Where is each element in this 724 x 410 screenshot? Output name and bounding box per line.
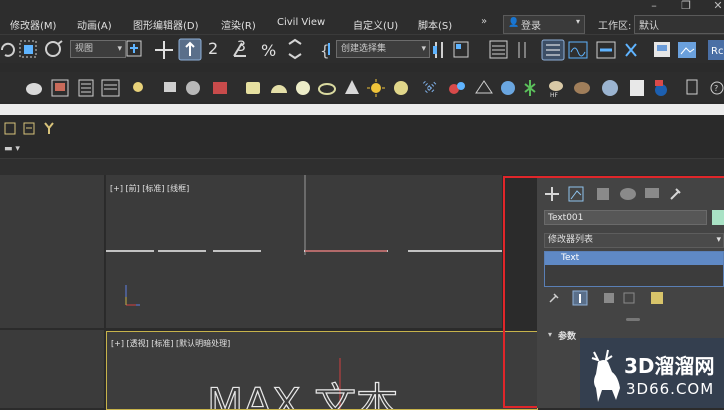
collapse-arrow-icon[interactable]: ▾: [548, 330, 552, 339]
selection-set-value: 创建选择集: [341, 44, 387, 54]
svg-text:HF: HF: [550, 92, 559, 99]
stack-tools: [549, 290, 663, 306]
chevron-down-icon: ▾: [117, 44, 122, 54]
configure-modifier-icon: [651, 292, 663, 304]
ribbon-toggle-icon[interactable]: ▬ ▾: [4, 144, 20, 154]
modifier-list-label: 修改器列表: [548, 235, 594, 245]
close-icon[interactable]: ✕: [706, 0, 724, 14]
menu-bar: 修改器(M) 动画(A) 图形编辑器(D) 渲染(R) Civil View 自…: [0, 0, 724, 34]
remove-modifier-icon: [623, 292, 635, 304]
svg-text:?: ?: [714, 84, 718, 93]
view-select-value: 视图: [75, 44, 94, 54]
front-viewport-geometry: [106, 175, 502, 306]
watermark-url: 3D66.COM: [626, 380, 715, 398]
ribbon-sub-bar: ▬ ▾: [0, 143, 724, 158]
restore-icon[interactable]: ❐: [674, 0, 698, 14]
workspace-label: 工作区:: [598, 21, 632, 32]
workspace-value: 默认: [639, 21, 659, 32]
pin-stack-icon: [549, 293, 559, 303]
workspace-dropdown[interactable]: 默认: [634, 15, 724, 34]
viewport-top-left[interactable]: [0, 175, 105, 328]
svg-text:Rc: Rc: [711, 46, 723, 57]
toolbar-scrollbar[interactable]: [0, 104, 724, 115]
menu-civil-view[interactable]: Civil View: [277, 17, 325, 28]
window-controls: – ❐ ✕: [614, 0, 724, 14]
make-unique-icon: [604, 293, 614, 303]
highlight-frame: [503, 176, 537, 408]
menu-rendering[interactable]: 渲染(R): [221, 17, 256, 32]
perspective-text-object: MAX 文本: [207, 379, 398, 409]
deer-logo-icon: [591, 349, 620, 402]
menu-overflow[interactable]: »: [481, 16, 487, 27]
menu-customize[interactable]: 自定义(U): [353, 17, 398, 32]
chevron-down-icon: ▾: [575, 17, 580, 26]
panel-divider-handle[interactable]: [626, 318, 640, 321]
modifier-stack-item[interactable]: Text: [545, 252, 723, 265]
viewport-front[interactable]: [+] [前] [标准] [线框]: [106, 175, 502, 328]
viewport-perspective[interactable]: [+] [透视] [标准] [默认明暗处理] MAX 文本: [106, 331, 538, 410]
main-toolbar: 视图 ▾ % { 2 3 创建选择集 ▾ Rc: [0, 34, 724, 63]
command-panel-tabs: [545, 186, 681, 202]
ribbon-bar: [0, 115, 724, 144]
view-select[interactable]: 视图 ▾: [70, 40, 126, 58]
watermark: 3D溜溜网 3D66.COM: [580, 338, 724, 408]
modifier-list-dropdown[interactable]: 修改器列表 ▾: [544, 233, 724, 248]
chevron-down-icon: ▾: [421, 44, 426, 54]
toolbar-right-icons: Rc: [433, 39, 724, 61]
perspective-geometry: MAX 文本: [206, 358, 399, 409]
menu-modifiers[interactable]: 修改器(M): [10, 17, 56, 32]
menu-scripting[interactable]: 脚本(S): [418, 17, 452, 32]
ribbon-icons: [4, 122, 54, 135]
svg-text:%: %: [261, 41, 276, 60]
selection-set-dropdown[interactable]: 创建选择集 ▾: [336, 40, 430, 58]
object-color-swatch[interactable]: [712, 210, 724, 225]
snap-2d-label[interactable]: 2: [208, 39, 218, 58]
watermark-text: 3D溜溜网: [624, 354, 715, 378]
object-name-field[interactable]: Text001: [544, 210, 707, 225]
menu-animation[interactable]: 动画(A): [77, 17, 112, 32]
secondary-toolbar-icons: HF ?: [26, 79, 724, 99]
minimize-icon[interactable]: –: [642, 0, 666, 14]
viewport-header-band: [0, 158, 724, 175]
login-label: 登录: [521, 21, 541, 32]
viewport-bottom-left[interactable]: [0, 330, 104, 408]
user-icon: 👤: [508, 18, 520, 28]
secondary-toolbar: HF ?: [0, 72, 724, 102]
angle-snap-label[interactable]: 3: [237, 39, 246, 55]
login-dropdown[interactable]: 👤 登录 ▾: [503, 15, 585, 34]
chevron-down-icon: ▾: [716, 235, 721, 245]
parameters-rollout-label[interactable]: 参数: [558, 329, 576, 342]
menu-graph-editors[interactable]: 图形编辑器(D): [133, 17, 199, 32]
